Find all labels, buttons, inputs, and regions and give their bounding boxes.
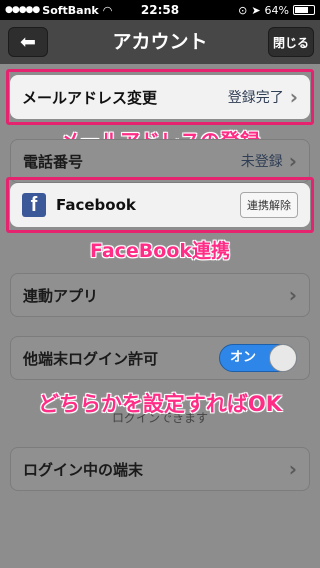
chevron-right-icon: › — [288, 149, 297, 173]
either-caption: どちらかを設定すればOK — [37, 392, 283, 416]
close-button[interactable]: 閉じる — [268, 27, 314, 57]
chevron-right-icon: › — [288, 283, 297, 307]
facebook-icon: f — [22, 193, 46, 217]
chevron-right-icon: › — [288, 457, 297, 481]
status-time: 22:58 — [140, 3, 180, 17]
logged-in-devices-row[interactable]: ログイン中の端末 › — [10, 447, 310, 491]
navigation-bar: ⬅ アカウント 閉じる — [0, 20, 320, 64]
toggle-knob — [269, 344, 297, 372]
battery-icon — [293, 5, 315, 15]
linked-apps-label: 連動アプリ — [23, 286, 99, 305]
facebook-row: f Facebook 連携解除 — [10, 183, 310, 227]
other-login-row: 他端末ログイン許可 オン — [10, 336, 310, 380]
phone-status: 未登録 — [240, 154, 283, 170]
email-row-label: メールアドレス変更 — [22, 88, 158, 107]
facebook-caption: FaceBook連携 — [89, 240, 231, 262]
linked-apps-row[interactable]: 連動アプリ › — [10, 273, 310, 317]
other-login-toggle[interactable]: オン — [219, 344, 297, 372]
other-login-label: 他端末ログイン許可 — [23, 349, 159, 368]
status-bar: ●●●●● SoftBank ◠ 22:58 ⊙ ➤ 64% — [0, 0, 320, 20]
email-status: 登録完了 — [227, 90, 284, 106]
phone-row-label: 電話番号 — [23, 152, 84, 171]
logged-in-devices-label: ログイン中の端末 — [23, 460, 144, 479]
chevron-right-icon: › — [289, 85, 298, 109]
email-row[interactable]: メールアドレス変更 登録完了 › — [10, 75, 310, 119]
unlink-button[interactable]: 連携解除 — [240, 192, 298, 218]
facebook-row-label: Facebook — [56, 196, 136, 214]
toggle-on-label: オン — [230, 350, 257, 365]
